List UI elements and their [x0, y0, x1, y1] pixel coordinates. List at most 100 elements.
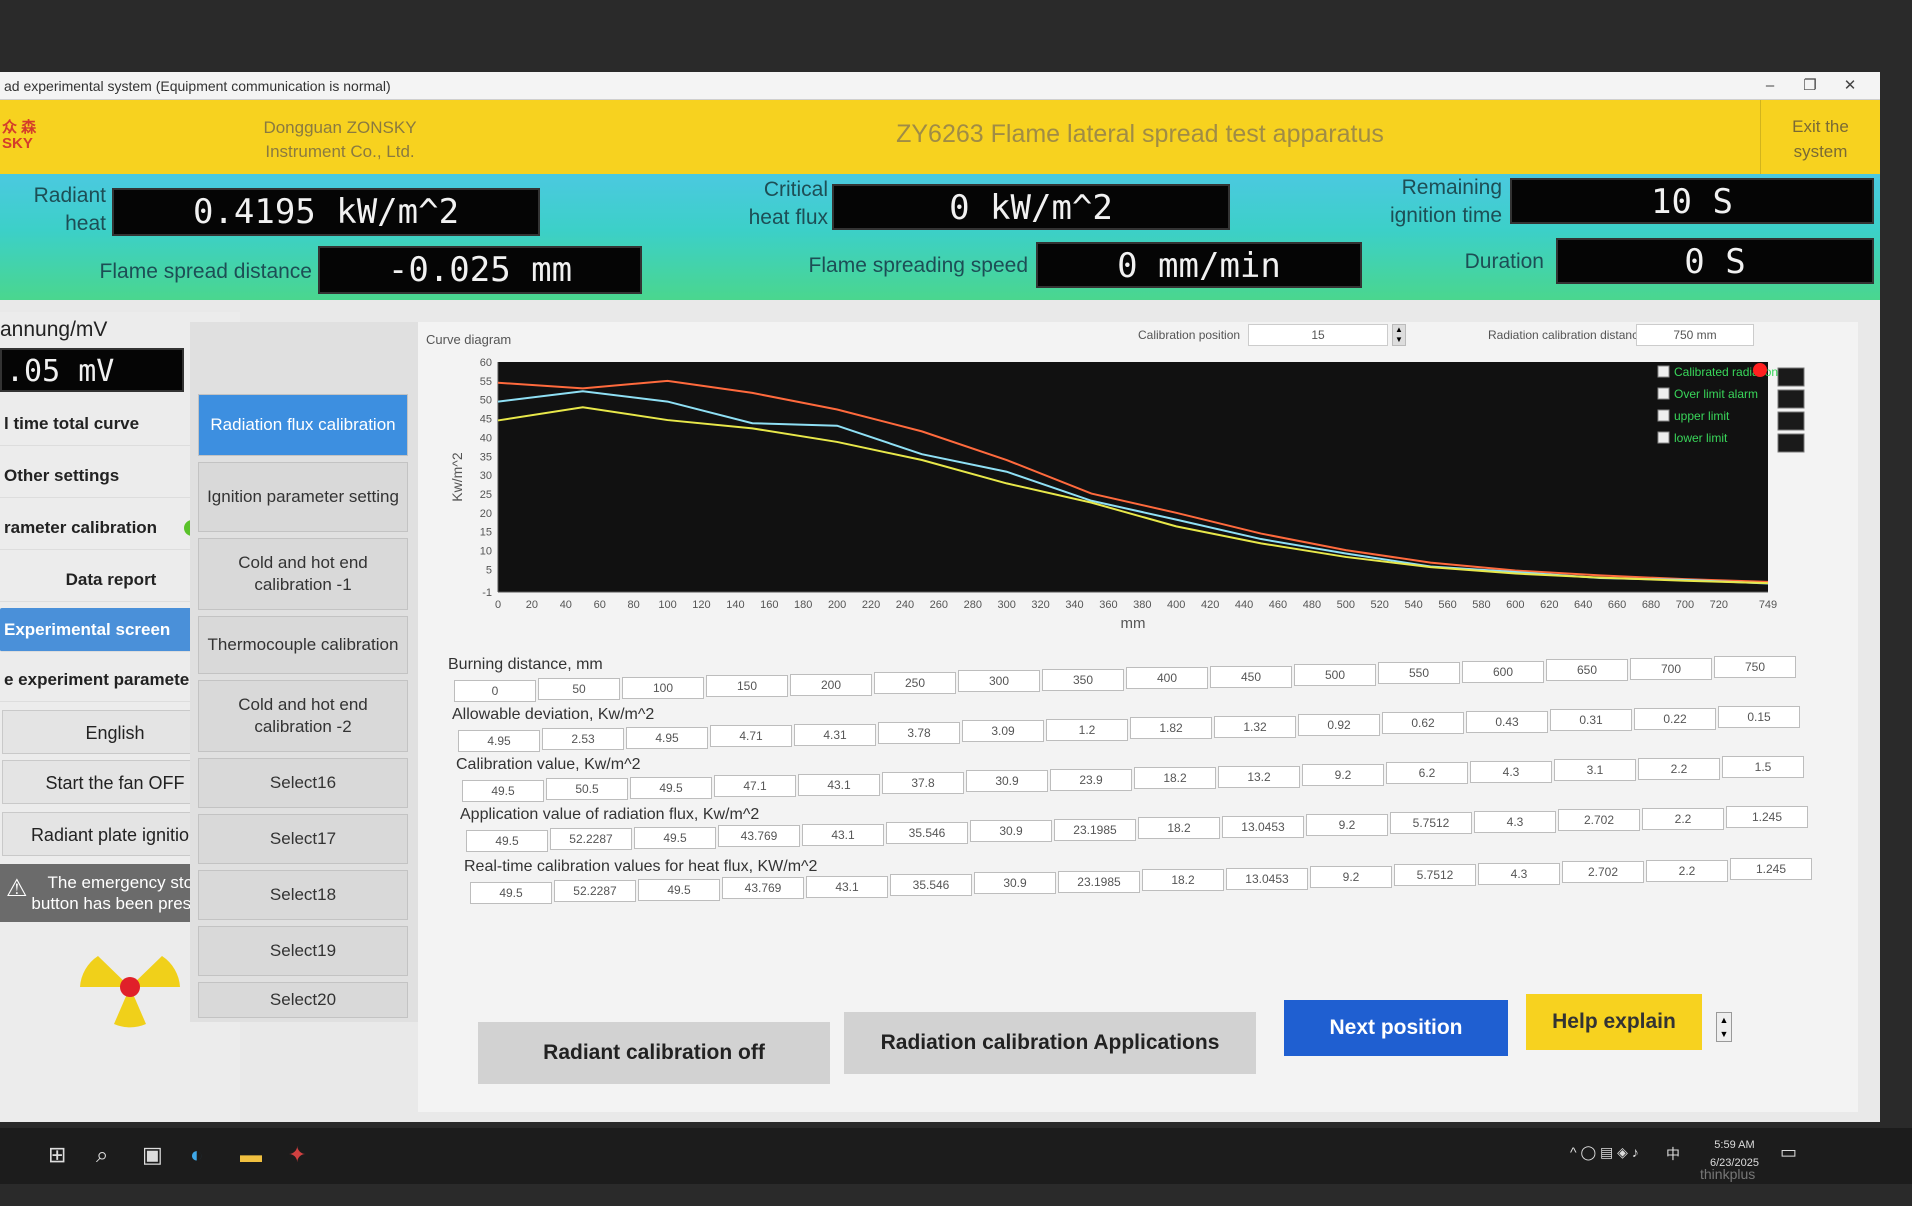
table-cell[interactable]: 2.702 [1558, 809, 1640, 832]
submenu-cold-hot-calibration-2[interactable]: Cold and hot end calibration -2 [198, 680, 408, 752]
submenu-thermocouple-calibration[interactable]: Thermocouple calibration [198, 616, 408, 674]
table-cell[interactable]: 250 [874, 672, 956, 694]
table-cell[interactable]: 49.5 [466, 830, 548, 852]
table-cell[interactable]: 49.5 [462, 780, 544, 802]
table-cell[interactable]: 50 [538, 678, 620, 701]
table-cell[interactable]: 9.2 [1310, 866, 1392, 888]
radiation-calibration-applications-button[interactable]: Radiation calibration Applications [844, 1012, 1256, 1074]
nav-data-report[interactable]: Data report [0, 558, 218, 602]
table-cell[interactable]: 6.2 [1386, 762, 1468, 785]
table-cell[interactable]: 18.2 [1142, 869, 1224, 892]
table-cell[interactable]: 30.9 [974, 872, 1056, 895]
table-cell[interactable]: 2.2 [1642, 807, 1724, 830]
table-cell[interactable]: 49.5 [470, 882, 552, 904]
table-cell[interactable]: 30.9 [966, 770, 1048, 793]
table-cell[interactable]: 4.95 [458, 730, 540, 752]
next-position-button[interactable]: Next position [1284, 1000, 1508, 1056]
table-cell[interactable]: 13.2 [1218, 765, 1300, 788]
system-tray-icons[interactable]: ^ ◯ ▤ ◈ ♪ [1570, 1144, 1639, 1161]
exit-system-button[interactable]: Exit the system [1760, 100, 1880, 174]
submenu-select16[interactable]: Select16 [198, 758, 408, 808]
table-cell[interactable]: 3.1 [1554, 759, 1636, 782]
submenu-select18[interactable]: Select18 [198, 870, 408, 920]
table-cell[interactable]: 2.702 [1562, 861, 1644, 884]
table-cell[interactable]: 0.15 [1718, 706, 1800, 728]
table-cell[interactable]: 4.95 [626, 726, 708, 749]
ime-indicator[interactable]: 中 [1666, 1144, 1680, 1164]
table-cell[interactable]: 1.5 [1722, 756, 1804, 778]
table-cell[interactable]: 49.5 [638, 878, 720, 901]
table-cell[interactable]: 9.2 [1302, 764, 1384, 786]
table-cell[interactable]: 0.62 [1382, 712, 1464, 735]
table-cell[interactable]: 4.3 [1470, 760, 1552, 783]
nav-experimental-screen[interactable]: Experimental screen [0, 608, 218, 652]
table-cell[interactable]: 1.245 [1730, 858, 1812, 880]
table-cell[interactable]: 450 [1210, 665, 1292, 688]
submenu-select17[interactable]: Select17 [198, 814, 408, 864]
table-cell[interactable]: 23.1985 [1054, 818, 1136, 841]
submenu-select19[interactable]: Select19 [198, 926, 408, 976]
table-cell[interactable]: 0.31 [1550, 709, 1632, 732]
table-cell[interactable]: 23.9 [1050, 768, 1132, 791]
table-cell[interactable]: 2.2 [1646, 859, 1728, 882]
task-view-icon[interactable]: ▣ [142, 1142, 163, 1168]
search-icon[interactable]: ⌕ [96, 1142, 108, 1168]
table-cell[interactable]: 5.7512 [1390, 812, 1472, 835]
minimize-button[interactable]: – [1750, 72, 1790, 100]
table-cell[interactable]: 2.53 [542, 728, 624, 751]
table-cell[interactable]: 4.71 [710, 725, 792, 748]
windows-start-icon[interactable]: ⊞ [48, 1142, 66, 1168]
table-cell[interactable]: 43.1 [802, 823, 884, 846]
table-cell[interactable]: 52.2287 [550, 828, 632, 851]
scroll-arrows[interactable]: ▲ ▼ [1716, 1012, 1732, 1042]
table-cell[interactable]: 2.2 [1638, 757, 1720, 780]
table-cell[interactable]: 0.22 [1634, 707, 1716, 730]
table-cell[interactable]: 35.546 [886, 822, 968, 844]
table-cell[interactable]: 3.78 [878, 722, 960, 744]
table-cell[interactable]: 13.0453 [1226, 867, 1308, 890]
table-cell[interactable]: 500 [1294, 664, 1376, 686]
nav-total-curve[interactable]: l time total curve [0, 402, 218, 446]
table-cell[interactable]: 1.2 [1046, 718, 1128, 741]
table-cell[interactable]: 4.3 [1478, 862, 1560, 885]
table-cell[interactable]: 52.2287 [554, 880, 636, 903]
table-cell[interactable]: 0.43 [1466, 710, 1548, 733]
table-cell[interactable]: 300 [958, 670, 1040, 693]
edge-browser-icon[interactable]: ◐ [190, 1142, 203, 1168]
table-cell[interactable]: 400 [1126, 667, 1208, 690]
table-cell[interactable]: 49.5 [634, 826, 716, 849]
table-cell[interactable]: 150 [706, 675, 788, 698]
table-cell[interactable]: 1.32 [1214, 715, 1296, 738]
table-cell[interactable]: 49.5 [630, 776, 712, 799]
restore-button[interactable]: ❐ [1790, 72, 1830, 100]
table-cell[interactable]: 1.82 [1130, 717, 1212, 740]
table-cell[interactable]: 750 [1714, 656, 1796, 678]
table-cell[interactable]: 43.1 [806, 875, 888, 898]
nav-experiment-parameters[interactable]: e experiment parameters [0, 658, 218, 702]
table-cell[interactable]: 43.769 [722, 877, 804, 900]
table-cell[interactable]: 700 [1630, 657, 1712, 680]
table-cell[interactable]: 13.0453 [1222, 815, 1304, 838]
submenu-select20[interactable]: Select20 [198, 982, 408, 1018]
table-cell[interactable]: 350 [1042, 668, 1124, 691]
table-cell[interactable]: 18.2 [1134, 767, 1216, 790]
table-cell[interactable]: 0 [454, 680, 536, 702]
submenu-radiation-flux-calibration[interactable]: Radiation flux calibration [198, 394, 408, 456]
table-cell[interactable]: 30.9 [970, 820, 1052, 843]
submenu-cold-hot-calibration-1[interactable]: Cold and hot end calibration -1 [198, 538, 408, 610]
help-explain-button[interactable]: Help explain [1526, 994, 1702, 1050]
nav-parameter-calibration[interactable]: rameter calibration [0, 506, 218, 550]
file-explorer-icon[interactable]: ▬ [240, 1142, 262, 1168]
table-cell[interactable]: 23.1985 [1058, 870, 1140, 893]
table-cell[interactable]: 550 [1378, 662, 1460, 685]
table-cell[interactable]: 43.1 [798, 773, 880, 796]
table-cell[interactable]: 47.1 [714, 775, 796, 798]
nav-other-settings[interactable]: Other settings [0, 454, 218, 498]
app-taskbar-icon[interactable]: ✦ [288, 1142, 306, 1168]
table-cell[interactable]: 43.769 [718, 825, 800, 848]
table-cell[interactable]: 37.8 [882, 772, 964, 794]
table-cell[interactable]: 9.2 [1306, 814, 1388, 836]
close-button[interactable]: ✕ [1830, 72, 1870, 100]
table-cell[interactable]: 100 [622, 676, 704, 699]
table-cell[interactable]: 600 [1462, 660, 1544, 683]
